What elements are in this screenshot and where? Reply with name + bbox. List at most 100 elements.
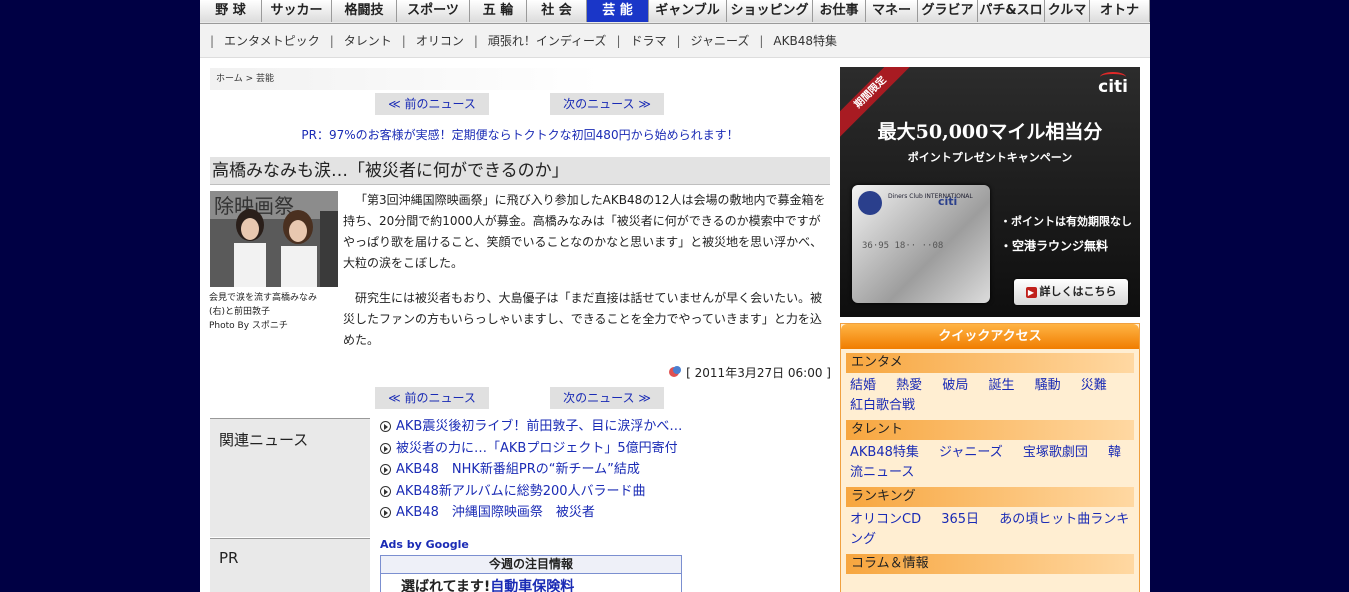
related-news-link[interactable]: AKB48 NHK新番組PRの“新チーム”結成 [396,459,640,481]
citi-banner-ad[interactable]: 期間限定 citi 最大50,000マイル相当分 ポイントプレゼントキャンペーン… [840,67,1140,317]
prev-news-button-top[interactable]: ≪ 前のニュース [375,93,489,115]
subnav-item-2[interactable]: オリコン [416,32,474,49]
nav-tab-10[interactable]: マネー [866,0,918,22]
article-body: 「第3回沖縄国際映画祭」に飛び入り参加したAKB48の12人は会場の敷地内で募金… [343,190,831,365]
citi-logo: citi [1098,72,1128,97]
quick-access-link[interactable]: 災難 [1081,378,1107,393]
pr-header: PR [210,538,370,592]
subnav-item-4[interactable]: ドラマ [630,32,676,49]
subnav-item-5[interactable]: ジャニーズ [691,32,760,49]
subnav-item-3[interactable]: 頑張れ！インディーズ [488,32,617,49]
quick-access-link[interactable]: 紅白歌合戦 [850,398,915,413]
quick-access-link[interactable]: 熱愛 [896,378,922,393]
breadcrumb-current[interactable]: 芸能 [256,74,274,84]
quick-access-section-3[interactable]: コラム＆情報 [846,554,1134,574]
bookmark-icon[interactable] [668,365,682,379]
related-news-item[interactable]: AKB48 NHK新番組PRの“新チーム”結成 [380,459,682,481]
card-number: 36·95 18·· ··08 [862,241,944,251]
next-news-button-top[interactable]: 次のニュース ≫ [550,93,664,115]
related-news-link[interactable]: AKB48新アルバムに総勢200人バラード曲 [396,481,646,503]
quick-access-link[interactable]: 破局 [942,378,968,393]
related-news-item[interactable]: AKB震災後初ライブ！前田敦子、目に涙浮かべ… [380,416,682,438]
nav-tab-6[interactable]: 芸 能 [587,0,649,22]
quick-access-section-1[interactable]: タレント [846,420,1134,440]
related-news-item[interactable]: AKB48新アルバムに総勢200人バラード曲 [380,481,682,503]
article-date-text: [ 2011年3月27日 06:00 ] [686,366,831,380]
related-news-link[interactable]: 被災者の力に…「AKBプロジェクト」5億円寄付 [396,438,678,460]
play-bullet-icon [380,442,391,454]
ad-link[interactable]: 自動車保険料 [490,579,574,592]
nav-tab-1[interactable]: サッカー [262,0,332,22]
nav-tab-5[interactable]: 社 会 [527,0,587,22]
quick-access-link[interactable]: 誕生 [988,378,1014,393]
next-news-button-bottom[interactable]: 次のニュース ≫ [550,387,664,409]
related-news-link[interactable]: AKB48 沖縄国際映画祭 被災者 [396,502,595,524]
quick-access-links: オリコンCD 365日 あの頃ヒット曲ランキング [841,507,1139,550]
article-date: [ 2011年3月27日 06:00 ] [665,364,831,381]
related-news-item[interactable]: AKB48 沖縄国際映画祭 被災者 [380,502,682,524]
quick-access-link[interactable]: 宝塚歌劇団 [1023,445,1088,460]
quick-access-section-2[interactable]: ランキング [846,487,1134,507]
nav-tab-7[interactable]: ギャンブル [649,0,727,22]
related-news-link[interactable]: AKB震災後初ライブ！前田敦子、目に涙浮かべ… [396,416,682,438]
quick-access-link[interactable]: 騒動 [1035,378,1061,393]
top-nav: 野 球サッカー 格闘技 スポーツ五 輪社 会芸 能ギャンブル ショッピング お仕事 マネー… [200,0,1150,24]
quick-access-link[interactable]: ジャニーズ [939,445,1003,460]
related-news-title: 関連ニュース [219,431,309,449]
play-bullet-icon [380,485,391,497]
photo-credit: Photo By スポニチ [209,321,288,331]
nav-tab-8[interactable]: ショッピング [727,0,813,22]
pr-link[interactable]: PR：97%のお客様が実感！定期便ならトクトクな初回480円から始められます！ [200,126,840,143]
photo-illustration: 除映画祭 [210,191,338,287]
nav-tab-2[interactable]: 格闘技 [332,0,397,22]
nav-tab-3[interactable]: スポーツ [397,0,470,22]
ad-panel-header: 今週の注目情報 [381,556,681,574]
pr-title: PR [219,549,239,567]
banner-subtitle: ポイントプレゼントキャンペーン [907,151,1073,164]
nav-tab-4[interactable]: 五 輪 [470,0,527,22]
quick-access-body: エンタメ 結婚 熱愛 破局 誕生 騒動 災難 紅白歌合戦 タレント AKB48特集 … [841,353,1139,574]
subnav-item-1[interactable]: タレント [344,32,402,49]
quick-access-link[interactable]: 365日 [941,512,979,527]
subnav-item-0[interactable]: エンタメトピック [224,32,330,49]
nav-tab-12[interactable]: パチ&スロ [978,0,1045,22]
banner-point-1: ・ポイントは有効期限なし [1000,215,1132,228]
credit-card-image: Diners Club INTERNATIONAL citi 36·95 18·… [852,185,990,303]
article-paragraph-2: 研究生には被災者もおり、大島優子は「まだ直接は話せていませんが早く会いたい。被災… [343,291,823,347]
banner-point-2: ・空港ラウンジ無料 [1000,239,1109,253]
subnav-divider: | [401,33,406,48]
breadcrumb-home[interactable]: ホーム [216,74,243,84]
quick-access-link[interactable]: AKB48特集 [850,445,919,460]
card-citi-logo: citi [938,195,958,208]
quick-access-section-0[interactable]: エンタメ [846,353,1134,373]
quick-access-link[interactable]: オリコンCD [850,512,921,527]
ads-by-google[interactable]: Ads by Google [380,538,469,551]
article-photo[interactable]: 除映画祭 [210,191,338,287]
nav-tab-14[interactable]: オトナ [1090,0,1150,22]
sub-nav: | エンタメトピック | タレント | オリコン | 頑張れ！インディーズ | ドラマ | ジャニーズ… [200,24,1150,58]
related-news-header: 関連ニュース [210,418,370,537]
page: 野 球サッカー 格闘技 スポーツ五 輪社 会芸 能ギャンブル ショッピング お仕事 マネー… [200,0,1150,592]
banner-more-button[interactable]: ▶ 詳しくはこちら [1014,279,1128,305]
card-brand: Diners Club INTERNATIONAL [888,193,973,200]
related-news-item[interactable]: 被災者の力に…「AKBプロジェクト」5億円寄付 [380,438,682,460]
quick-access-link[interactable]: 結婚 [850,378,876,393]
quick-access: クイックアクセス エンタメ 結婚 熱愛 破局 誕生 騒動 災難 紅白歌合戦 タレン… [840,323,1140,592]
quick-access-links: 結婚 熱愛 破局 誕生 騒動 災難 紅白歌合戦 [841,373,1139,416]
quick-access-links: AKB48特集 ジャニーズ 宝塚歌劇団 韓流ニュース [841,440,1139,483]
subnav-item-6[interactable]: AKB48特集 [773,32,847,49]
related-news-list: AKB震災後初ライブ！前田敦子、目に涙浮かべ… 被災者の力に…「AKBプロジェクト… [380,416,682,524]
nav-tab-0[interactable]: 野 球 [200,0,262,22]
nav-tab-11[interactable]: グラビア [918,0,978,22]
diners-emblem-icon [858,191,882,215]
subnav-divider: | [329,33,334,48]
nav-tab-13[interactable]: クルマ [1045,0,1090,22]
play-bullet-icon [380,421,391,433]
nav-tab-9[interactable]: お仕事 [813,0,866,22]
quick-access-header: クイックアクセス [841,324,1139,349]
breadcrumb: ホーム > 芸能 [210,68,600,90]
prev-news-button-bottom[interactable]: ≪ 前のニュース [375,387,489,409]
subnav-divider: | [616,33,621,48]
photo-caption: 会見で涙を流す高橋みなみ (右)と前田敦子 Photo By スポニチ [209,291,339,333]
play-bullet-icon [380,464,391,476]
